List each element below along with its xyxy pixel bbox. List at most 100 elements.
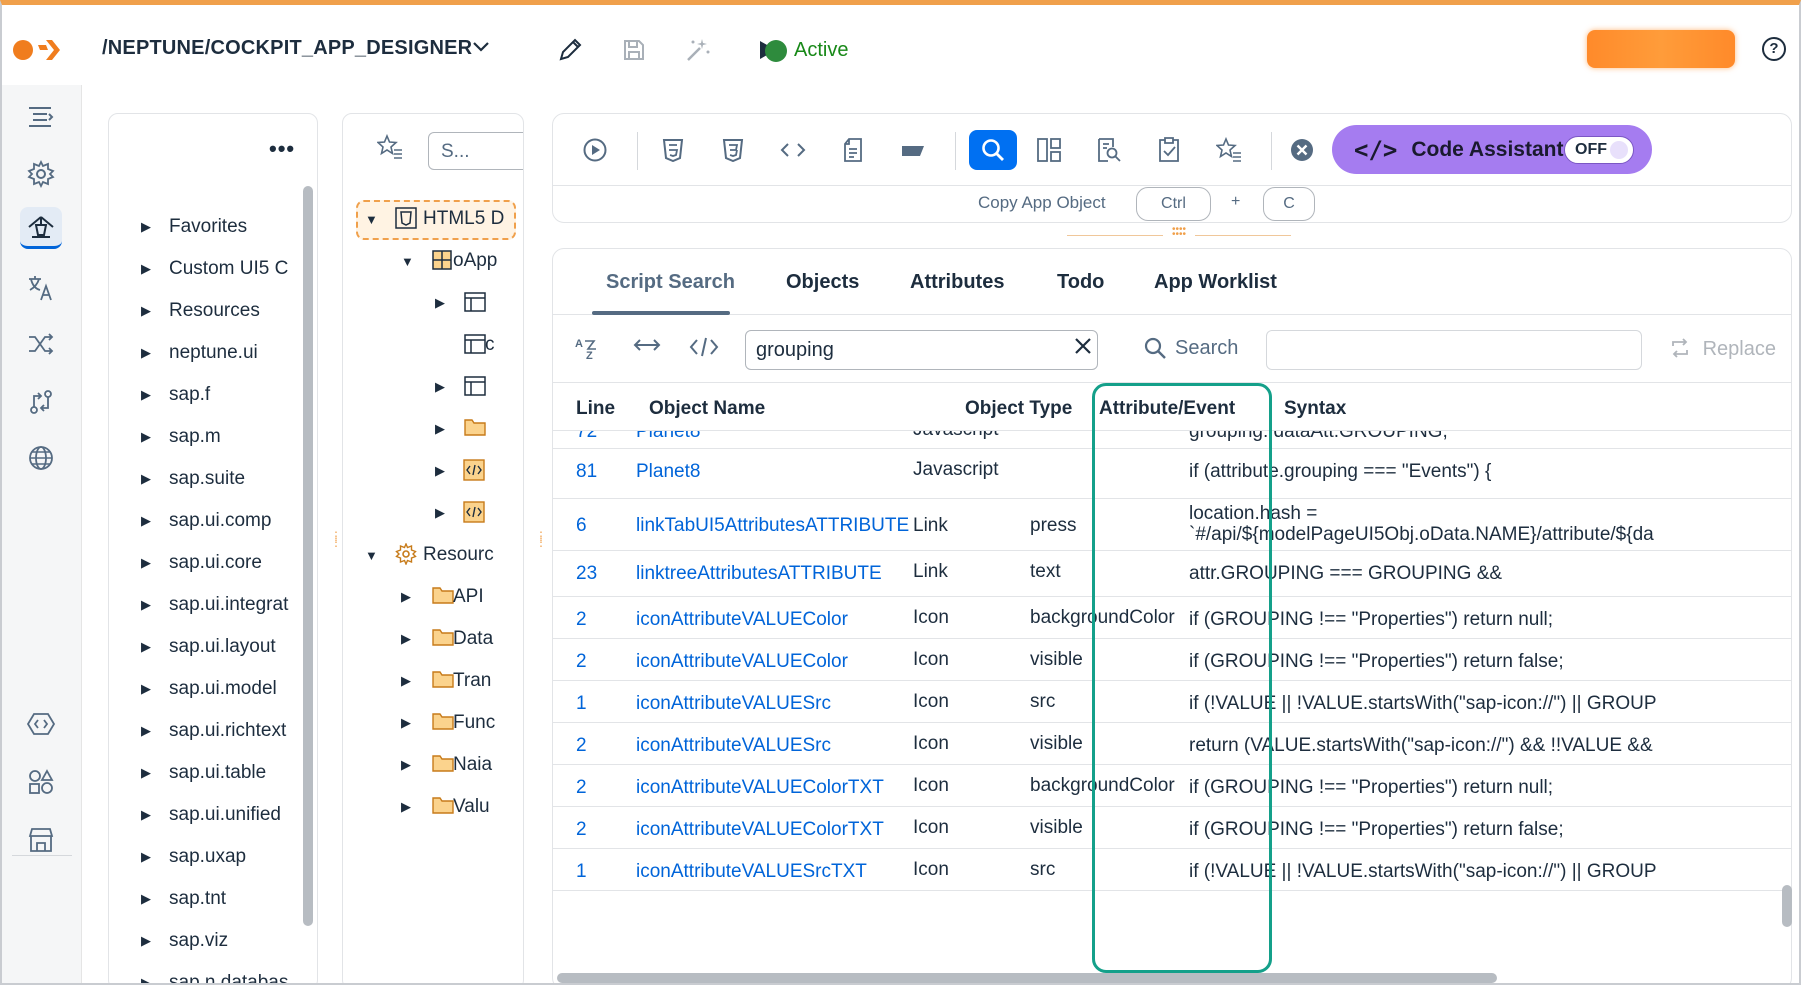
library-tree-item[interactable]: ▶ sap.n.databas [129, 962, 294, 983]
code-assistant-button[interactable]: </> Code Assistant OFF [1332, 125, 1652, 174]
object-tree-item[interactable]: ▶ [343, 408, 523, 450]
user-menu-button[interactable] [1587, 30, 1735, 68]
script-search-input[interactable]: grouping [745, 330, 1098, 370]
more-options-button[interactable]: ••• [269, 136, 295, 162]
close-circle-icon[interactable] [1284, 132, 1320, 168]
expand-caret-icon[interactable]: ▶ [435, 505, 445, 521]
row-object-name-link[interactable]: iconAttributeVALUESrc [636, 693, 831, 715]
row-line-number[interactable]: 81 [576, 461, 597, 483]
splitter-handle-2[interactable]: ⋮ ⋮ [535, 530, 547, 548]
html5-icon[interactable] [655, 132, 691, 168]
replace-input[interactable] [1266, 330, 1642, 370]
expand-caret-icon[interactable]: ▶ [129, 849, 169, 865]
library-tree-item[interactable]: ▶ sap.tnt [129, 878, 294, 920]
expand-caret-icon[interactable]: ▶ [435, 421, 445, 437]
css3-icon[interactable] [715, 132, 751, 168]
library-tree-item[interactable]: ▶ sap.f [129, 374, 294, 416]
col-line[interactable]: Line [576, 398, 615, 420]
expand-caret-icon[interactable]: ▶ [129, 387, 169, 403]
expand-caret-icon[interactable]: ▶ [401, 673, 411, 689]
expand-caret-icon[interactable]: ▶ [401, 589, 411, 605]
eraser-icon[interactable] [895, 132, 931, 168]
expand-caret-icon[interactable]: ▶ [401, 631, 411, 647]
favorites-list-icon[interactable] [1211, 132, 1247, 168]
object-tree-item[interactable]: ▶ [343, 366, 523, 408]
library-tree-item[interactable]: ▶ sap.ui.unified [129, 794, 294, 836]
translate-icon[interactable] [20, 267, 62, 309]
col-syntax[interactable]: Syntax [1284, 398, 1346, 420]
col-object-type[interactable]: Object Type [965, 398, 1072, 420]
tab-app-worklist[interactable]: App Worklist [1154, 271, 1277, 294]
edit-icon[interactable] [555, 35, 585, 65]
expand-caret-icon[interactable]: ▶ [129, 975, 169, 983]
object-tree-item[interactable]: ▶ [343, 450, 523, 492]
object-tree-item[interactable]: c [343, 324, 523, 366]
expand-caret-icon[interactable]: ▶ [435, 295, 445, 311]
splitter-handle[interactable]: ⋮ ⋮ [330, 530, 342, 548]
row-line-number[interactable]: 2 [576, 651, 587, 673]
library-tree-item[interactable]: ▶ neptune.ui [129, 332, 294, 374]
row-object-name-link[interactable]: iconAttributeVALUEColor [636, 651, 848, 673]
expand-caret-icon[interactable]: ▶ [435, 379, 445, 395]
app-title[interactable]: /NEPTUNE/COCKPIT_APP_DESIGNER [102, 37, 472, 60]
expand-caret-icon[interactable]: ▶ [129, 765, 169, 781]
library-tree-item[interactable]: ▶ sap.ui.model [129, 668, 294, 710]
resize-handle[interactable]: •••• •••• [1167, 225, 1191, 240]
row-object-name-link[interactable]: linkTabUI5AttributesATTRIBUTE [636, 515, 909, 537]
library-tree-item[interactable]: ▶ Custom UI5 C [129, 248, 294, 290]
row-line-number[interactable]: 2 [576, 609, 587, 631]
tab-attributes[interactable]: Attributes [910, 271, 1004, 294]
row-line-number[interactable]: 2 [576, 777, 587, 799]
expand-caret-icon[interactable]: ▶ [129, 555, 169, 571]
table-row[interactable]: 2 iconAttributeVALUESrc Icon visible return … [553, 723, 1791, 765]
library-tree-item[interactable]: ▶ sap.ui.core [129, 542, 294, 584]
row-line-number[interactable]: 1 [576, 693, 587, 715]
row-object-name-link[interactable]: iconAttributeVALUEColor [636, 609, 848, 631]
table-row[interactable]: 1 iconAttributeVALUESrc Icon src if (!VALUE … [553, 681, 1791, 723]
store-icon[interactable] [20, 819, 62, 861]
library-tree-item[interactable]: ▶ sap.ui.integrat [129, 584, 294, 626]
vertical-scrollbar[interactable] [1782, 885, 1792, 927]
tab-script-search[interactable]: Script Search [606, 271, 735, 294]
table-row[interactable]: 72 Planet8 Javascript grouping: dataAtt.GRO… [553, 431, 1791, 449]
expand-caret-icon[interactable]: ▶ [129, 597, 169, 613]
replace-button[interactable]: Replace [1669, 337, 1776, 361]
library-tree-item[interactable]: ▶ sap.viz [129, 920, 294, 962]
col-object-name[interactable]: Object Name [649, 398, 765, 420]
expand-caret-icon[interactable]: ▶ [435, 463, 445, 479]
table-row[interactable]: 1 iconAttributeVALUESrcTXT Icon src if (!VAL… [553, 849, 1791, 891]
collapse-caret-icon[interactable]: ▼ [365, 548, 378, 563]
tree-search-input[interactable]: S... [428, 132, 523, 170]
row-line-number[interactable]: 23 [576, 563, 597, 585]
chevron-down-icon[interactable] [472, 39, 490, 58]
code-assistant-toggle[interactable]: OFF [1564, 136, 1634, 164]
clipboard-check-icon[interactable] [1151, 132, 1187, 168]
document-icon[interactable] [835, 132, 871, 168]
row-object-name-link[interactable]: Planet8 [636, 461, 700, 483]
library-tree-item[interactable]: ▶ sap.suite [129, 458, 294, 500]
api-icon[interactable] [20, 703, 62, 745]
designer-icon[interactable] [20, 207, 62, 249]
preview-icon[interactable] [577, 132, 613, 168]
table-row[interactable]: 2 iconAttributeVALUEColor Icon backgroundCo… [553, 597, 1791, 639]
save-icon[interactable] [619, 35, 649, 65]
inspect-icon[interactable] [1091, 132, 1127, 168]
outline-icon[interactable] [20, 96, 62, 138]
object-tree-item[interactable]: ▶ Data [343, 618, 523, 660]
object-tree-item[interactable]: ▶ [343, 492, 523, 534]
expand-caret-icon[interactable]: ▶ [401, 715, 411, 731]
row-object-name-link[interactable]: iconAttributeVALUESrc [636, 735, 831, 757]
horizontal-scrollbar[interactable] [557, 973, 1497, 983]
row-object-name-link[interactable]: iconAttributeVALUESrcTXT [636, 861, 867, 883]
expand-caret-icon[interactable]: ▶ [401, 799, 411, 815]
globe-icon[interactable] [20, 437, 62, 479]
code-icon[interactable] [775, 132, 811, 168]
help-icon[interactable]: ? [1762, 37, 1786, 61]
expand-caret-icon[interactable]: ▶ [129, 723, 169, 739]
library-tree-item[interactable]: ▶ sap.ui.richtext [129, 710, 294, 752]
row-object-name-link[interactable]: Planet8 [636, 431, 700, 443]
expand-caret-icon[interactable]: ▶ [129, 639, 169, 655]
expand-caret-icon[interactable]: ▶ [129, 219, 169, 235]
object-tree-item[interactable]: ▼ oApp [343, 240, 523, 282]
table-row[interactable]: 6 linkTabUI5AttributesATTRIBUTE Link press l… [553, 499, 1791, 551]
